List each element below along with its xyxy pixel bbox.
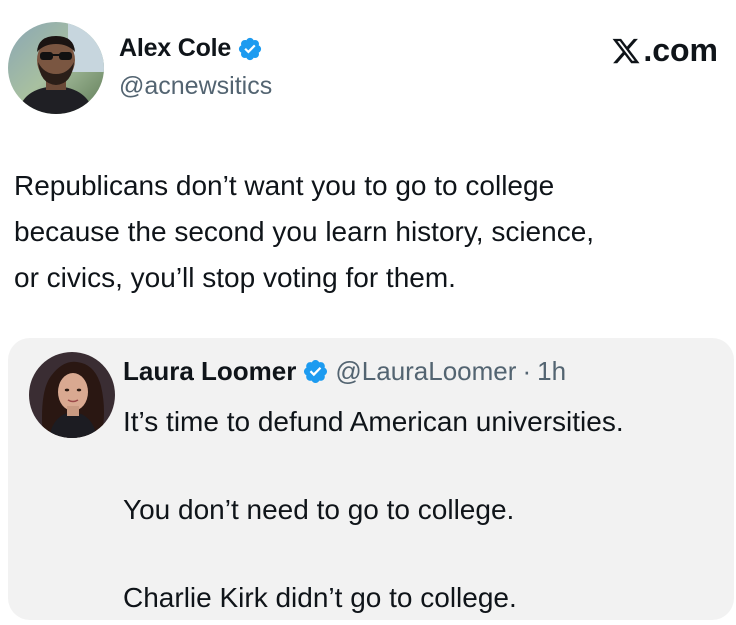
quoted-tweet-text: It’s time to defund American universitie…: [123, 400, 728, 620]
tweet-line: Republicans don’t want you to go to coll…: [14, 170, 555, 201]
verified-badge-icon: [302, 358, 329, 385]
separator-dot: ·: [522, 356, 532, 386]
quoted-paragraph: Charlie Kirk didn’t go to college.: [123, 582, 517, 613]
quoted-tweet[interactable]: Laura Loomer @LauraLoomer · 1h It’s time…: [8, 338, 734, 620]
tweet-text: Republicans don’t want you to go to coll…: [14, 163, 724, 301]
author-handle[interactable]: @acnewsitics: [119, 72, 272, 101]
x-logo-icon: [611, 36, 641, 66]
brand-label: .com: [611, 32, 718, 69]
quoted-paragraph: You don’t need to go to college.: [123, 494, 515, 525]
tweet-line: because the second you learn history, sc…: [14, 216, 595, 247]
quoted-paragraph: It’s time to defund American universitie…: [123, 406, 624, 437]
quoted-author-avatar[interactable]: [29, 352, 115, 438]
author-name-row[interactable]: Alex Cole: [119, 34, 263, 63]
quoted-timestamp[interactable]: 1h: [537, 356, 566, 387]
verified-badge-icon: [237, 36, 263, 62]
quoted-author-handle[interactable]: @LauraLoomer: [335, 356, 516, 387]
quoted-author-name[interactable]: Laura Loomer: [123, 356, 296, 387]
tweet-line: or civics, you’ll stop voting for them.: [14, 262, 456, 293]
author-name[interactable]: Alex Cole: [119, 34, 231, 63]
brand-domain: .com: [643, 32, 718, 68]
quoted-header: Laura Loomer @LauraLoomer · 1h: [123, 356, 566, 387]
author-avatar[interactable]: [8, 22, 104, 114]
tweet-card: Alex Cole @acnewsitics .com Republicans …: [0, 0, 736, 625]
